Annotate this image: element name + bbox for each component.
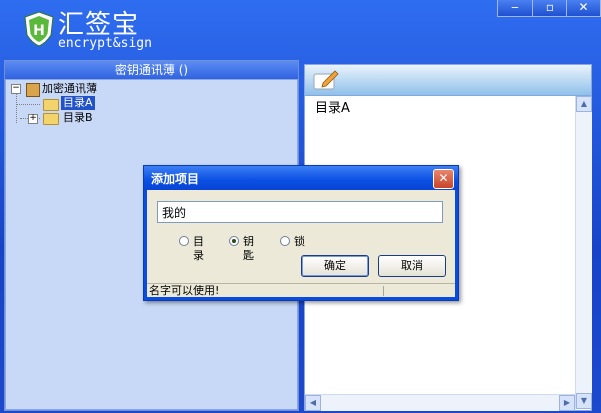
item-name-input[interactable] [157, 201, 443, 223]
dialog-title: 添加项目 [151, 172, 200, 186]
tree-collapse-toggle[interactable]: − [11, 84, 21, 94]
address-book-icon [26, 83, 40, 97]
tree-root-label[interactable]: 加密通讯薄 [42, 82, 97, 96]
scroll-down-arrow-icon[interactable]: ▼ [576, 393, 592, 409]
scroll-left-arrow-icon[interactable]: ◀ [305, 395, 321, 411]
shield-logo-icon: H [24, 11, 54, 47]
app-header: H 汇签宝 encrypt&sign ‒ ▫ ✕ [0, 0, 601, 58]
radio-label: 目录 [193, 235, 204, 262]
radio-button-checked-icon[interactable] [229, 236, 239, 246]
maximize-button[interactable]: ▫ [532, 0, 568, 17]
vertical-scrollbar[interactable]: ▲ ▼ [575, 96, 592, 409]
folder-icon [43, 113, 59, 125]
content-title: 目录A [315, 101, 350, 116]
main-window: H 汇签宝 encrypt&sign ‒ ▫ ✕ 密钥通讯薄 () − 加密通讯… [0, 0, 601, 413]
scroll-right-arrow-icon[interactable]: ▶ [559, 395, 575, 411]
ok-button[interactable]: 确定 [301, 255, 369, 277]
tree-item-directory-a[interactable]: 目录A [61, 96, 95, 110]
content-banner [305, 65, 591, 96]
add-item-dialog: 添加项目 ✕ 目录 钥匙 锁 确定 取消 名字可以使用! [143, 165, 459, 301]
svg-text:H: H [33, 23, 45, 39]
cancel-button[interactable]: 取消 [378, 255, 446, 277]
close-window-button[interactable]: ✕ [566, 0, 601, 17]
tree-connector [16, 93, 17, 123]
minimize-button[interactable]: ‒ [497, 0, 533, 17]
folder-icon [43, 99, 59, 111]
dialog-titlebar[interactable]: 添加项目 ✕ [144, 166, 458, 190]
tree-connector [16, 104, 40, 105]
scroll-up-arrow-icon[interactable]: ▲ [576, 96, 592, 112]
radio-label: 锁 [294, 235, 305, 248]
tree-item-directory-b[interactable]: 目录B [63, 111, 93, 125]
radio-button-icon[interactable] [179, 236, 189, 246]
radio-label: 钥匙 [243, 235, 254, 262]
radio-button-icon[interactable] [280, 236, 290, 246]
app-subtitle: encrypt&sign [58, 36, 152, 51]
status-separator [383, 286, 384, 296]
dialog-close-button[interactable]: ✕ [433, 169, 454, 189]
dialog-status-bar: 名字可以使用! [147, 283, 455, 298]
address-book-title: 密钥通讯薄 () [5, 61, 298, 79]
status-text: 名字可以使用! [149, 284, 220, 297]
horizontal-scrollbar[interactable]: ◀ ▶ [305, 394, 575, 411]
pencil-icon [313, 70, 339, 90]
tree-expand-toggle[interactable]: + [28, 114, 38, 124]
dialog-body: 目录 钥匙 锁 确定 取消 名字可以使用! [147, 190, 455, 297]
